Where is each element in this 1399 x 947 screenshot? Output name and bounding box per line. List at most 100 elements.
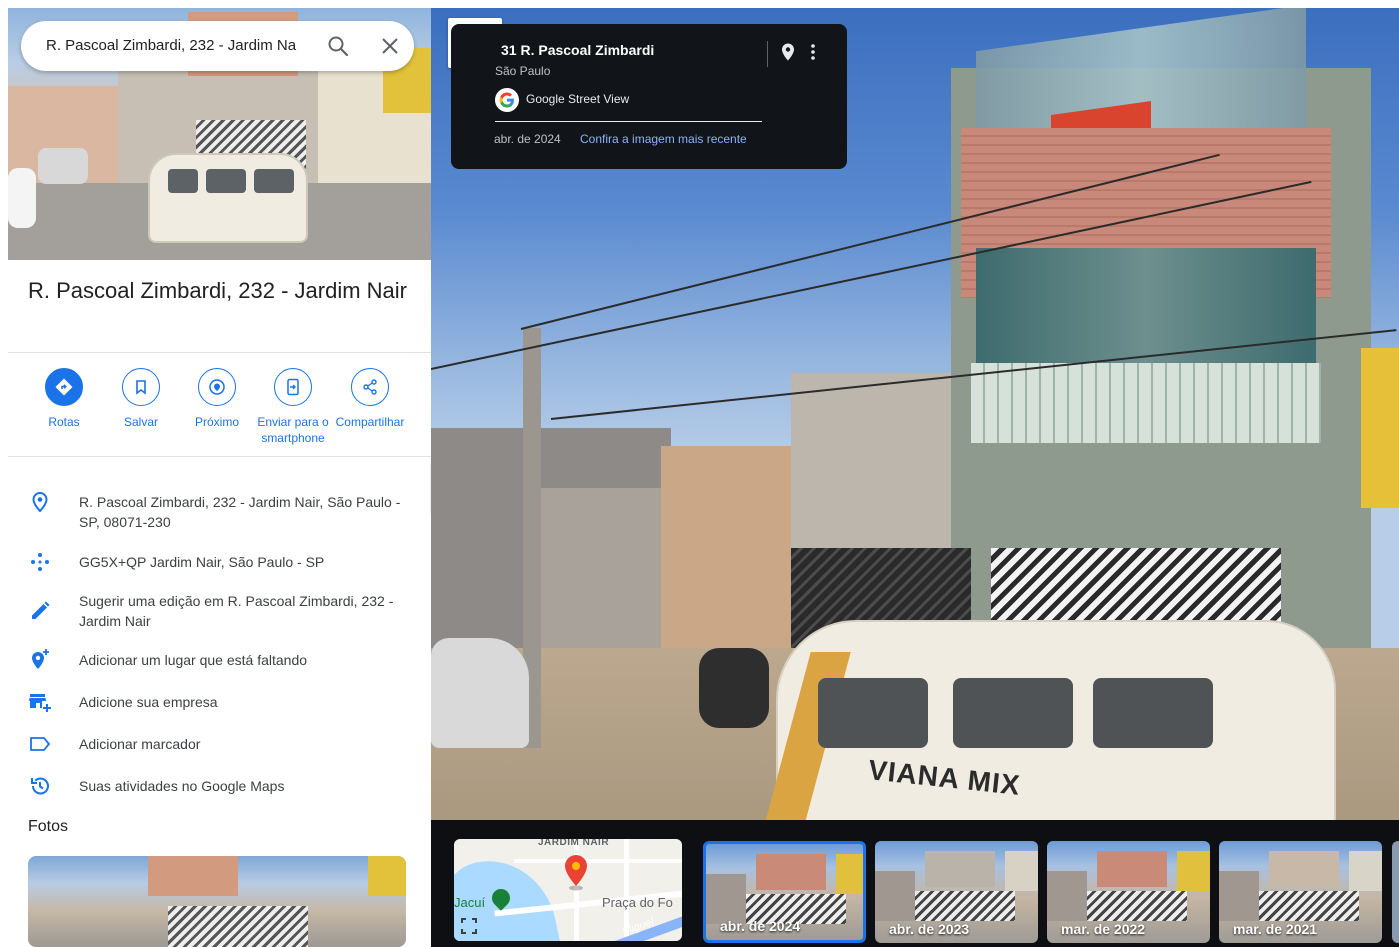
- photo-building: [148, 856, 238, 896]
- thumb-building: [1177, 851, 1210, 891]
- address-text: R. Pascoal Zimbardi, 232 - Jardim Nair, …: [79, 494, 401, 530]
- thumb-gate: [915, 891, 1015, 921]
- sv-capture-date: abr. de 2024: [494, 132, 561, 146]
- search-icon[interactable]: [326, 34, 350, 58]
- add-place-icon: [28, 648, 52, 672]
- divider: [8, 352, 431, 353]
- timeline-date: mar. de 2022: [1061, 921, 1146, 937]
- timeline-date: abr. de 2024: [720, 918, 801, 934]
- sv-van: VIANA MIX: [765, 620, 1336, 820]
- plus-code-text: GG5X+QP Jardim Nair, São Paulo - SP: [79, 554, 325, 570]
- van-window: [168, 169, 198, 193]
- location-pin-icon[interactable]: [778, 42, 798, 62]
- thumb-gate: [1087, 891, 1187, 921]
- thumb-building: [756, 854, 826, 890]
- action-bar: Rotas Salvar Próximo Enviar para o smart…: [8, 368, 431, 456]
- hero-van: [148, 153, 308, 243]
- place-panel: R. Pascoal Zimbardi, 232 - Jardim Nair R…: [8, 8, 431, 947]
- van-window: [1093, 678, 1213, 748]
- add-business-icon: [28, 690, 52, 714]
- directions-label: Rotas: [48, 415, 80, 429]
- thumb-building: [875, 871, 915, 921]
- sv-glass-block-wall: [971, 363, 1321, 443]
- hero-car: [38, 148, 88, 184]
- divider: [767, 41, 768, 67]
- activity-text: Suas atividades no Google Maps: [79, 778, 285, 794]
- thumb-gate: [1259, 891, 1359, 921]
- more-options-icon[interactable]: [806, 42, 820, 62]
- sv-building: [1361, 348, 1399, 508]
- timeline-strip: JARDIM NAIR Jacuí Praça do Fo Miguel abr…: [431, 820, 1399, 947]
- photos-heading: Fotos: [28, 818, 69, 835]
- timeline-thumbnail[interactable]: mar. de 2022: [1047, 841, 1210, 943]
- add-label-text: Adicionar marcador: [79, 736, 201, 752]
- close-icon[interactable]: [378, 34, 402, 58]
- add-business-text: Adicione sua empresa: [79, 694, 218, 710]
- share-button[interactable]: Compartilhar: [332, 368, 408, 430]
- fullscreen-icon[interactable]: [460, 917, 478, 935]
- divider: [495, 121, 762, 122]
- send-to-phone-label: Enviar para o smartphone: [257, 415, 329, 445]
- search-input[interactable]: [46, 21, 308, 71]
- place-title: R. Pascoal Zimbardi, 232 - Jardim Nair: [28, 278, 408, 303]
- sv-car: [431, 638, 529, 748]
- thumb-building: [706, 874, 746, 924]
- google-logo-icon: [495, 88, 519, 112]
- map-road: [514, 859, 682, 863]
- add-place-text: Adicionar um lugar que está faltando: [79, 652, 308, 668]
- save-button[interactable]: Salvar: [103, 368, 179, 430]
- send-to-phone-button[interactable]: Enviar para o smartphone: [255, 368, 331, 446]
- directions-button[interactable]: Rotas: [26, 368, 102, 430]
- plus-code-icon: [28, 550, 52, 574]
- sv-building: [541, 488, 661, 648]
- history-icon: [28, 774, 52, 798]
- share-icon: [351, 368, 389, 406]
- thumb-building: [836, 854, 863, 894]
- timeline-thumbnail-partial[interactable]: [1392, 841, 1399, 943]
- timeline-date: mar. de 2021: [1233, 921, 1318, 937]
- search-box: [21, 21, 414, 71]
- send-to-phone-icon: [274, 368, 312, 406]
- thumb-building: [1047, 871, 1087, 921]
- divider: [8, 456, 431, 457]
- bookmark-icon: [122, 368, 160, 406]
- save-label: Salvar: [123, 415, 158, 429]
- thumb-building: [1269, 851, 1339, 887]
- location-pin-icon: [28, 490, 52, 514]
- thumb-building: [1097, 851, 1167, 887]
- sv-motorcycle: [699, 648, 769, 728]
- van-window: [953, 678, 1073, 748]
- suggest-edit-text: Sugerir uma edição em R. Pascoal Zimbard…: [79, 593, 394, 629]
- thumb-building: [1005, 851, 1038, 891]
- timeline-thumbnail[interactable]: abr. de 2024: [703, 841, 866, 943]
- sv-provider-label: Google Street View: [526, 92, 630, 106]
- sv-address-title: 31 R. Pascoal Zimbardi: [501, 42, 655, 58]
- sv-glass-window: [976, 248, 1316, 378]
- photo-building: [368, 856, 406, 896]
- sv-city: São Paulo: [495, 64, 551, 78]
- thumb-building: [1219, 871, 1259, 921]
- map-label: JARDIM NAIR: [538, 839, 610, 848]
- van-text: VIANA MIX: [866, 754, 1022, 801]
- timeline-thumbnail[interactable]: mar. de 2021: [1219, 841, 1382, 943]
- photo-gate: [168, 906, 308, 947]
- latest-image-link[interactable]: Confira a imagem mais recente: [580, 132, 747, 146]
- nearby-label: Próximo: [194, 415, 239, 429]
- nearby-button[interactable]: Próximo: [179, 368, 255, 430]
- van-window: [206, 169, 246, 193]
- nearby-icon: [198, 368, 236, 406]
- mini-map[interactable]: JARDIM NAIR Jacuí Praça do Fo Miguel: [454, 839, 682, 941]
- pencil-icon: [28, 599, 52, 623]
- thumb-building: [925, 851, 995, 887]
- photo-thumbnail[interactable]: [28, 856, 406, 947]
- street-view-info-card: 31 R. Pascoal Zimbardi São Paulo Google …: [451, 24, 847, 169]
- map-label: Praça do Fo: [602, 895, 673, 910]
- timeline-thumbnail[interactable]: abr. de 2023: [875, 841, 1038, 943]
- share-label: Compartilhar: [335, 415, 405, 429]
- directions-icon: [45, 368, 83, 406]
- van-window: [254, 169, 294, 193]
- hero-car: [8, 168, 36, 228]
- timeline-date: abr. de 2023: [889, 921, 970, 937]
- map-label: Jacuí: [454, 895, 486, 910]
- van-window: [818, 678, 928, 748]
